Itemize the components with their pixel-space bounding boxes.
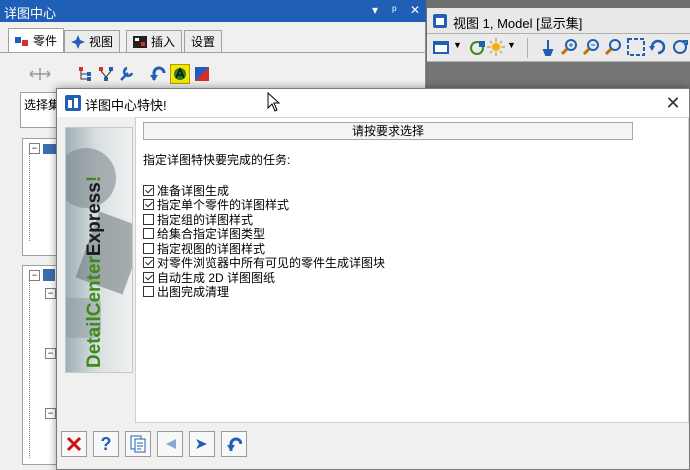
undo-button[interactable] — [148, 64, 168, 84]
collapse-icon[interactable]: − — [45, 348, 56, 359]
dropdown-arrow-icon[interactable]: ▼ — [507, 40, 516, 50]
back-button[interactable] — [157, 431, 183, 457]
view-toolbar: ▼ ▼ — [427, 34, 690, 62]
undo-arrow-icon — [150, 66, 166, 81]
dropdown-arrow-icon[interactable]: ▼ — [453, 40, 462, 50]
mouse-cursor-icon — [267, 92, 281, 112]
assembly-icon — [43, 269, 55, 281]
close-icon[interactable]: ✕ — [661, 92, 685, 114]
tab-divider — [0, 52, 426, 53]
network-icon — [99, 67, 113, 81]
tree-button[interactable] — [76, 64, 96, 84]
zoom-out-icon[interactable] — [583, 38, 601, 56]
task-checklist: 准备详图生成 指定单个零件的详图样式 指定组的详图样式 给集合指定详图类型 指定视图的详… — [143, 183, 563, 299]
dialog-title: 详图中心特快! — [85, 98, 167, 113]
tab-parts[interactable]: 零件 — [8, 28, 65, 52]
tab-settings[interactable]: 设置 — [184, 30, 223, 52]
insert-icon — [133, 35, 147, 48]
cancel-button[interactable] — [61, 431, 87, 457]
cancel-icon — [66, 436, 82, 452]
task-checkbox[interactable] — [143, 286, 154, 298]
express-icon — [174, 67, 186, 80]
detail-center-tabs: 零件 视图 插入 设置 — [8, 28, 418, 52]
move-button[interactable] — [22, 64, 58, 84]
next-icon — [196, 439, 207, 449]
task-item[interactable]: 出图完成清理 — [143, 285, 563, 300]
move-icon — [29, 68, 51, 80]
tab-view-label: 视图 — [89, 35, 114, 49]
task-checkbox[interactable] — [143, 228, 154, 240]
light-icon[interactable] — [487, 38, 505, 56]
tab-settings-label: 设置 — [191, 35, 216, 49]
view-window-icon — [433, 14, 447, 28]
task-prompt: 指定详图特快要完成的任务: — [143, 153, 291, 167]
task-checkbox[interactable] — [143, 242, 154, 254]
parts-icon — [15, 36, 28, 46]
detail-center-toolbar — [22, 64, 222, 88]
view-title: 视图 1, Model [显示集] — [453, 16, 583, 31]
finish-icon — [227, 437, 242, 451]
detail-center-title: 详图中心 — [4, 6, 57, 21]
copy-button[interactable] — [125, 431, 151, 457]
task-checkbox[interactable] — [143, 257, 154, 269]
detail-center-titlebar: 详图中心 ▾ ᵖ ✕ — [0, 0, 426, 22]
folder-icon — [43, 144, 57, 154]
next-button[interactable] — [189, 431, 215, 457]
zoom-in-icon[interactable] — [561, 38, 579, 56]
help-icon: ? — [100, 433, 112, 454]
tab-insert-label: 插入 — [151, 35, 176, 49]
tab-insert[interactable]: 插入 — [126, 30, 183, 52]
toolbar-separator — [527, 38, 528, 58]
task-label: 出图完成清理 — [157, 285, 230, 300]
detailcenter-express-banner: DetailCenterExpress! — [65, 127, 133, 373]
close-panel-icon[interactable]: ✕ — [410, 3, 420, 17]
network-button[interactable] — [96, 64, 116, 84]
task-checkbox[interactable] — [143, 184, 154, 196]
selection-set-label: 选择集 — [24, 98, 61, 112]
banner-logo-text: DetailCenterExpress! — [84, 175, 105, 368]
zoom-extents-icon[interactable] — [627, 38, 645, 56]
render-mode-icon[interactable] — [469, 39, 487, 57]
tree-guide-line — [29, 151, 31, 241]
wrench-button[interactable] — [116, 64, 136, 84]
copy-icon — [130, 435, 146, 453]
collapse-icon[interactable]: − — [45, 288, 56, 299]
rotate-view-icon[interactable] — [649, 38, 667, 56]
help-button[interactable]: ? — [93, 431, 119, 457]
tab-parts-label: 零件 — [33, 34, 58, 48]
task-checkbox[interactable] — [143, 199, 154, 211]
back-icon — [166, 439, 176, 449]
pan-icon[interactable] — [539, 38, 557, 56]
dialog-footer: ? — [57, 423, 689, 469]
task-checkbox[interactable] — [143, 271, 154, 283]
tab-view[interactable]: 视图 — [64, 30, 121, 52]
finish-button[interactable] — [221, 431, 247, 457]
tree-guide-line — [29, 278, 31, 458]
detail-express-dialog: 详图中心特快! ✕ DetailCenterExpress! 请按要求选择 指定… — [56, 88, 690, 470]
pin-icon[interactable]: ᵖ — [392, 3, 397, 17]
color-flag-button[interactable] — [192, 64, 212, 84]
orbit-icon[interactable] — [671, 38, 689, 56]
instruction-header: 请按要求选择 — [143, 122, 633, 140]
collapse-icon[interactable]: − — [45, 408, 56, 419]
dropdown-icon[interactable]: ▾ — [372, 3, 378, 17]
flag-icon — [195, 67, 209, 81]
app-icon — [65, 95, 81, 111]
view-icon — [71, 34, 85, 49]
view-titlebar: 视图 1, Model [显示集] — [427, 8, 690, 34]
window-layout-icon[interactable] — [433, 40, 449, 56]
express-button[interactable] — [170, 64, 190, 84]
zoom-window-icon[interactable] — [605, 38, 623, 56]
dialog-titlebar: 详图中心特快! ✕ — [57, 89, 689, 117]
wrench-icon — [120, 66, 134, 81]
task-checkbox[interactable] — [143, 213, 154, 225]
tree-icon — [79, 67, 91, 81]
